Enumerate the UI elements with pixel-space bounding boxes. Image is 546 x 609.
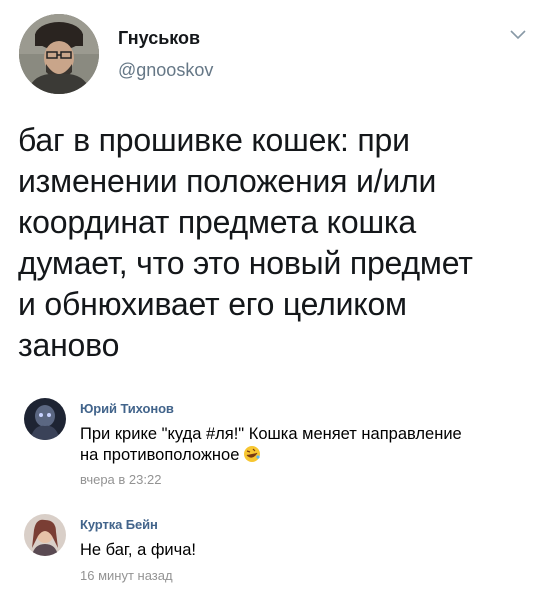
commenter-avatar[interactable]	[24, 514, 66, 556]
chevron-down-icon[interactable]	[508, 28, 528, 42]
comment-timestamp[interactable]: 16 минут назад	[80, 568, 173, 583]
avatar-photo	[19, 14, 99, 94]
commenter-avatar-image	[24, 398, 66, 440]
author-avatar[interactable]	[19, 14, 99, 94]
comment-text: Не баг, а фича!	[80, 540, 196, 561]
rofl-emoji-icon	[244, 446, 261, 462]
commenter-avatar[interactable]	[24, 398, 66, 440]
commenter-avatar-image	[24, 514, 66, 556]
tweet-text-line: баг в прошивке кошек: при	[18, 122, 410, 158]
tweet-header: Гнуськов @gnooskov	[0, 0, 546, 110]
tweet-text-line: и обнюхивает его целиком	[18, 286, 407, 322]
comment-text: При крике "куда #ля!" Кошка меняет напра…	[80, 424, 462, 466]
comment-text-segment: на противоположное	[80, 446, 240, 464]
comment-author[interactable]: Куртка Бейн	[80, 517, 158, 532]
comment: Куртка Бейн Не баг, а фича! 16 минут наз…	[0, 508, 546, 598]
tweet-text-line: думает, что это новый предмет	[18, 245, 473, 281]
comment-text-line: При крике "куда #ля!" Кошка меняет напра…	[80, 425, 462, 443]
author-handle[interactable]: @gnooskov	[118, 60, 213, 81]
author-display-name[interactable]: Гнуськов	[118, 28, 200, 49]
tweet-text-line: изменении положения и/или	[18, 163, 437, 199]
comment-text-line: на противоположное	[80, 445, 462, 466]
tweet-text-line: координат предмета кошка	[18, 204, 417, 240]
tweet-text-line: заново	[18, 327, 120, 363]
comment-timestamp[interactable]: вчера в 23:22	[80, 472, 161, 487]
tweet-text: баг в прошивке кошек: при изменении поло…	[18, 120, 533, 366]
comment-author[interactable]: Юрий Тихонов	[80, 401, 174, 416]
comment: Юрий Тихонов При крике "куда #ля!" Кошка…	[0, 390, 546, 500]
comment-text-line: Не баг, а фича!	[80, 541, 197, 559]
